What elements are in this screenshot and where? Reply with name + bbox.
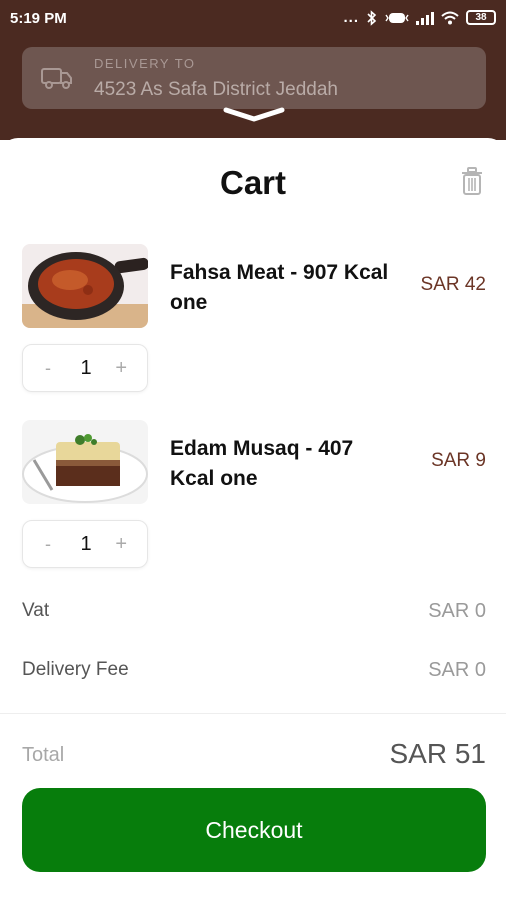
increase-button[interactable]: +: [115, 357, 127, 380]
status-bar: 5:19 PM ... 38: [0, 0, 506, 36]
quantity-value: 1: [80, 533, 92, 555]
quantity-value: 1: [80, 357, 92, 379]
vibrate-icon: [385, 12, 409, 23]
truck-icon: [41, 68, 72, 89]
wifi-icon: [441, 11, 459, 24]
item-name: Edam Musaq - 407 Kcal one: [170, 437, 354, 490]
quantity-stepper: - 1 +: [22, 344, 148, 392]
delivery-address: 4523 As Safa District Jeddah: [94, 79, 338, 100]
vat-value: SAR 0: [428, 600, 486, 622]
chevron-down-icon[interactable]: [222, 106, 286, 124]
vat-label: Vat: [22, 600, 50, 621]
signal-icon: [416, 11, 434, 25]
quantity-stepper: - 1 +: [22, 520, 148, 568]
trash-icon[interactable]: [458, 166, 486, 196]
delivery-fee-label: Delivery Fee: [22, 659, 129, 680]
item-price: SAR 42: [420, 274, 486, 295]
divider: [0, 713, 506, 714]
cart-sheet: Cart Fahsa Meat - 907 Kcal one SAR 42 - …: [0, 138, 506, 900]
delivery-address-selector[interactable]: DELIVERY TO 4523 As Safa District Jeddah: [22, 47, 486, 109]
status-time: 5:19 PM: [10, 10, 67, 27]
checkout-button[interactable]: Checkout: [22, 788, 486, 872]
page-title: Cart: [219, 164, 287, 201]
total-label: Total: [22, 744, 65, 766]
cart-item: Edam Musaq - 407 Kcal one SAR 9 - 1 +: [0, 420, 506, 580]
increase-button[interactable]: +: [115, 533, 127, 556]
bluetooth-icon: [367, 9, 377, 26]
food-image-musaq: [22, 420, 148, 504]
battery-icon: 38: [466, 10, 496, 25]
item-name: Fahsa Meat - 907 Kcal one: [170, 261, 389, 314]
header-bar: 5:19 PM ... 38 DELIVERY TO 4523 As Safa …: [0, 0, 506, 140]
food-image-fahsa: [22, 244, 148, 328]
delivery-label: DELIVERY TO: [94, 56, 196, 71]
item-price: SAR 9: [431, 450, 486, 471]
notification-dots: ...: [343, 9, 359, 26]
status-icons: ... 38: [343, 9, 496, 26]
cart-item: Fahsa Meat - 907 Kcal one SAR 42 - 1 +: [0, 244, 506, 404]
total-value: SAR 51: [389, 738, 487, 769]
battery-level: 38: [475, 12, 487, 23]
delivery-fee-value: SAR 0: [428, 659, 486, 681]
